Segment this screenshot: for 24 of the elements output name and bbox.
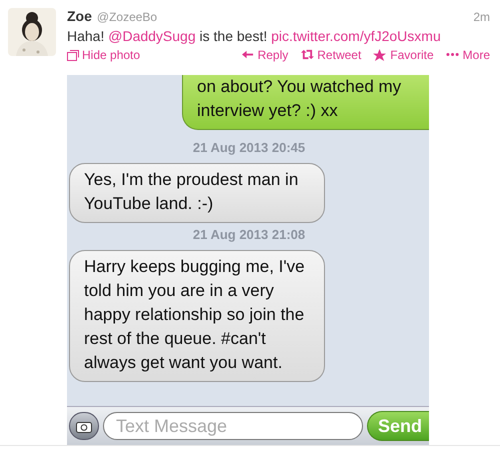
reply-arrow-icon	[240, 49, 255, 61]
author-handle: @ZozeeBo	[96, 10, 158, 24]
message-input-field[interactable]: Text Message	[103, 412, 363, 440]
tweet-text: Haha! @DaddySugg is the best! pic.twitter.com/yfJ2oUsxmu	[67, 28, 442, 44]
photo-frame-icon	[67, 50, 79, 60]
message-timestamp: 21 Aug 2013 20:45	[192, 140, 306, 155]
sent-message-bubble: on about? You watched my interview yet? :) xx	[182, 75, 429, 130]
favorite-link[interactable]: Favorite	[373, 48, 434, 62]
camera-icon	[76, 420, 92, 432]
reply-link[interactable]: Reply	[240, 48, 288, 62]
received-message-bubble: Harry keeps bugging me, I've told him you are in a very happy relationship so join the rest of the queue. #can't always get want you want.	[69, 250, 325, 382]
send-button[interactable]: Send	[367, 411, 429, 441]
hide-photo-link[interactable]: Hide photo	[67, 48, 140, 62]
star-icon	[373, 49, 388, 61]
retweet-link[interactable]: Retweet	[300, 48, 362, 62]
photo-link[interactable]: pic.twitter.com/yfJ2oUsxmu	[271, 28, 441, 44]
received-message-bubble: Yes, I'm the proudest man in YouTube land. :-)	[69, 163, 325, 223]
message-timestamp: 21 Aug 2013 21:08	[192, 227, 306, 242]
retweet-icon	[300, 49, 314, 61]
tweet-time: 2m	[473, 10, 490, 24]
camera-button[interactable]	[69, 412, 99, 440]
mention-link[interactable]: @DaddySugg	[108, 28, 196, 44]
author-name[interactable]: Zoe	[67, 8, 92, 24]
more-link[interactable]: More	[446, 48, 490, 62]
